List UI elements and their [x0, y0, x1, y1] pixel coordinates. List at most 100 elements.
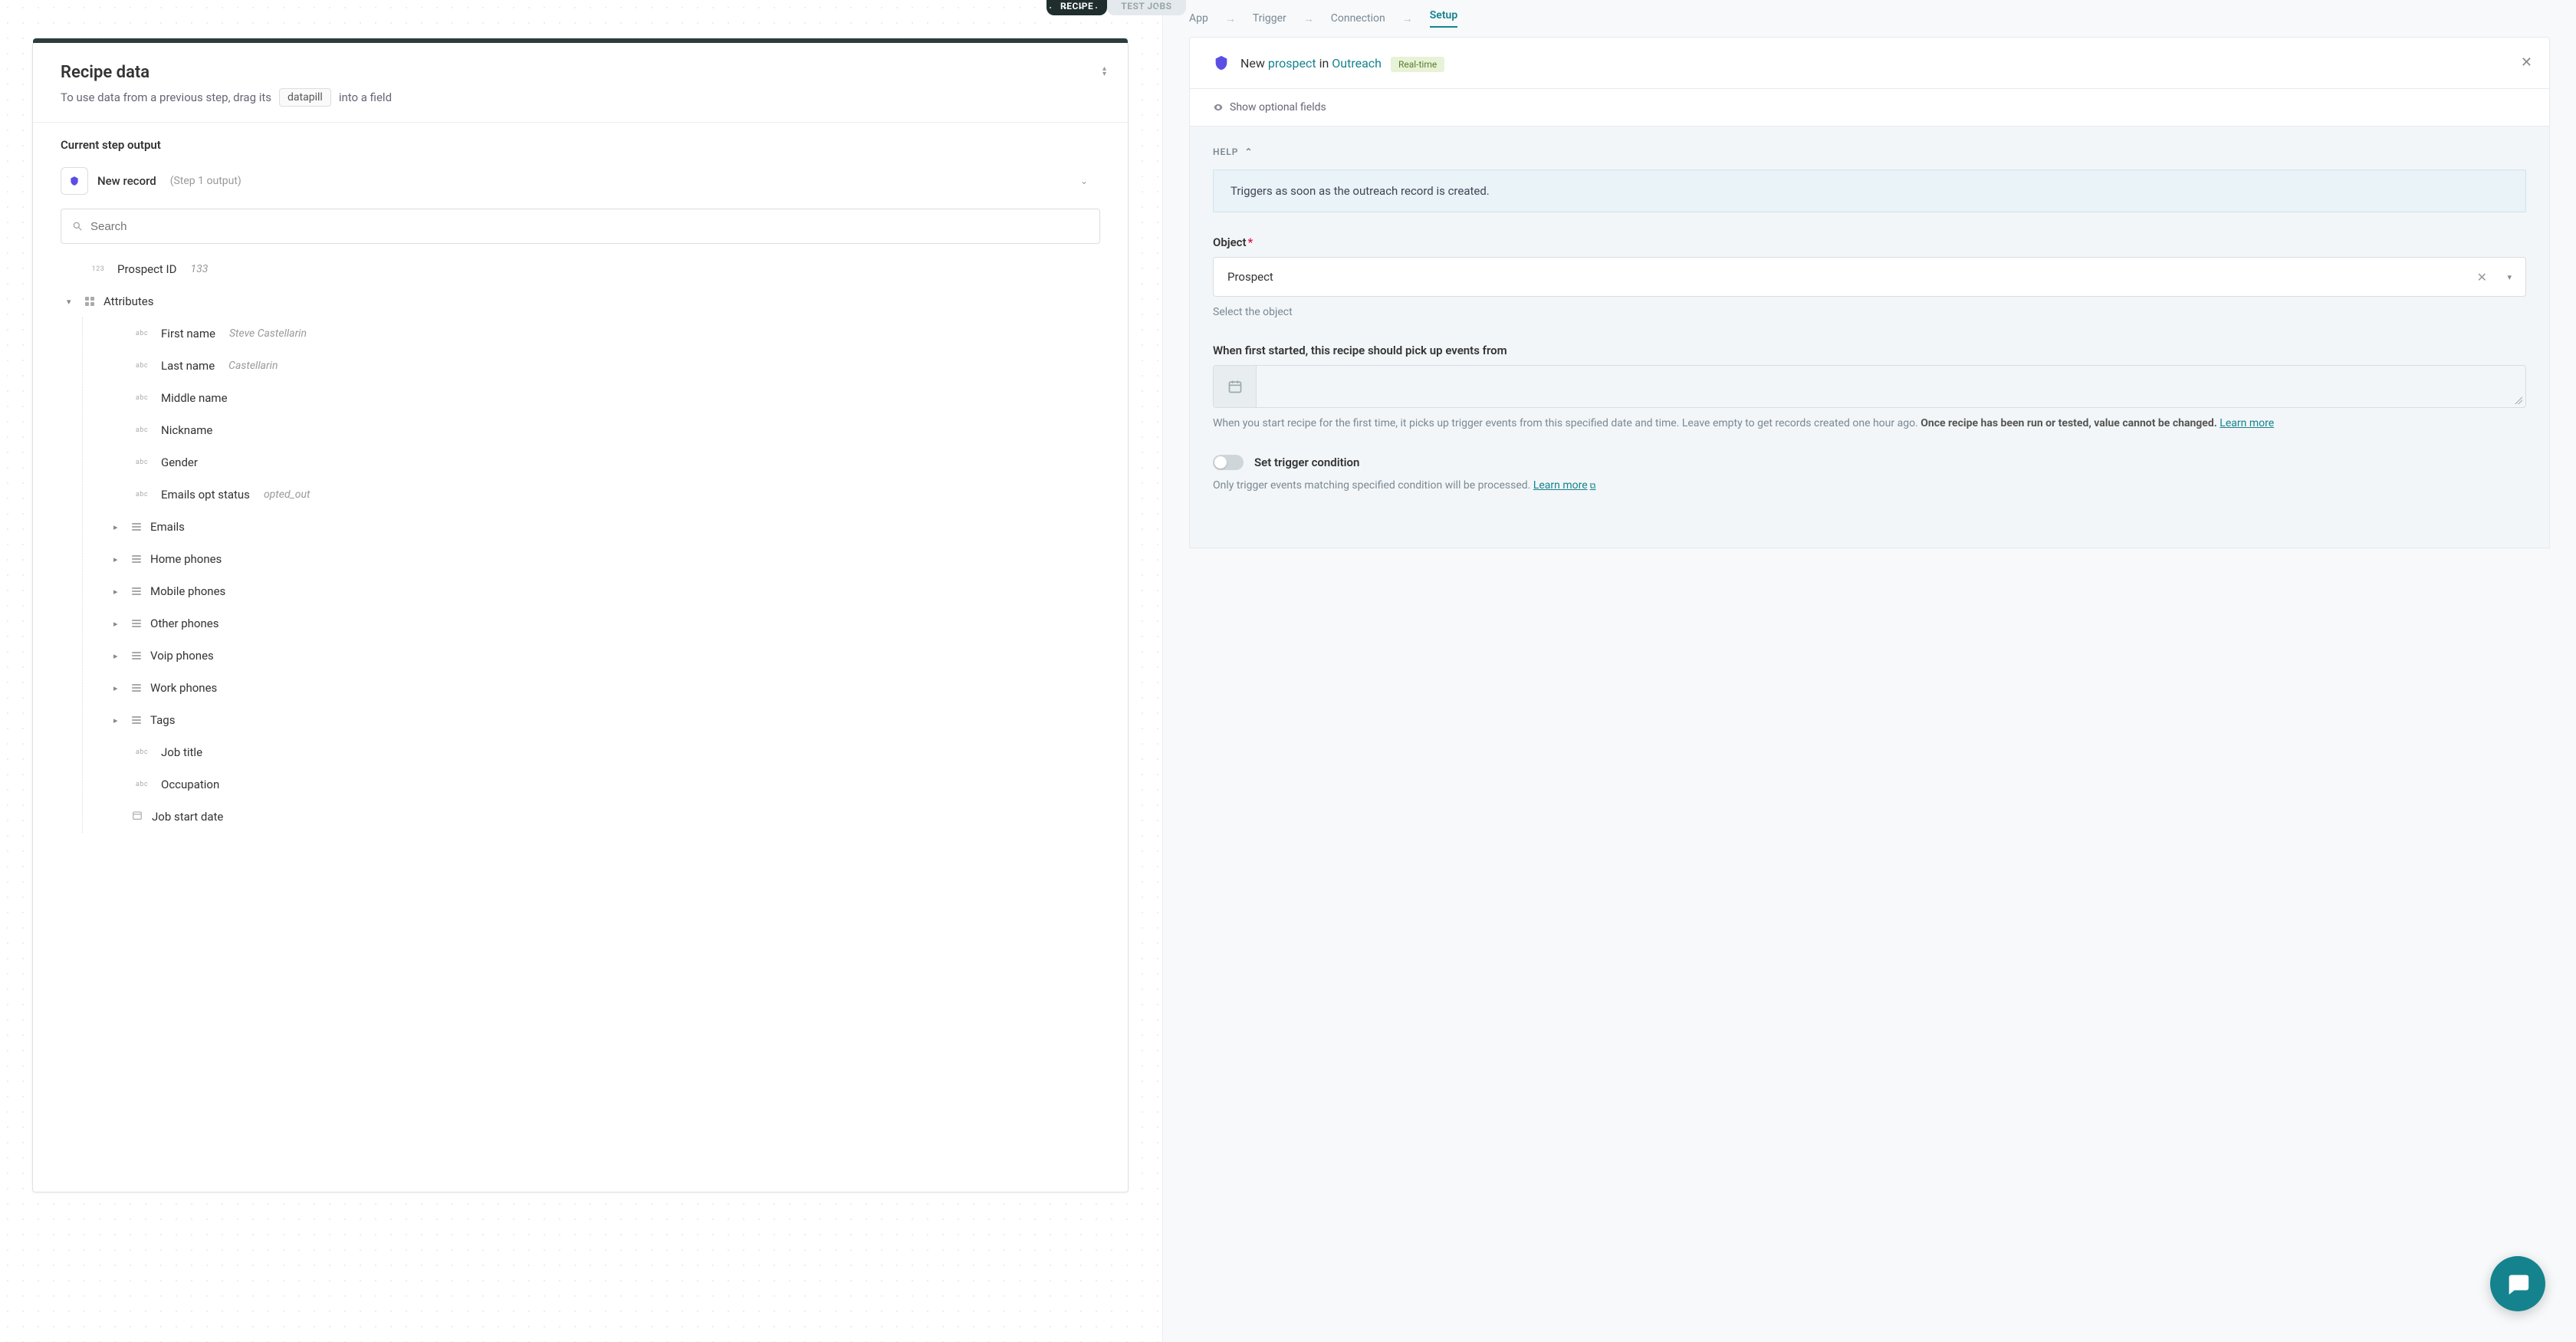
caret-icon: ▸	[113, 554, 123, 564]
tree-row-prospect-id[interactable]: 123 Prospect ID 133	[67, 253, 1100, 285]
resize-handle[interactable]	[2515, 396, 2522, 404]
tree-row-attribute[interactable]: abc Job title	[110, 736, 1100, 768]
list-icon	[132, 620, 141, 627]
attribute-label: Nickname	[161, 423, 212, 437]
tree-row-attribute[interactable]: abcLast nameCastellarin	[110, 350, 1100, 382]
attributes-label: Attributes	[104, 294, 154, 308]
tree-row-attribute[interactable]: ▸Emails	[110, 511, 1100, 543]
type-badge-string: abc	[132, 330, 152, 337]
learn-more-link[interactable]: Learn more⧉	[1533, 479, 1596, 492]
external-link-icon: ⧉	[1590, 481, 1596, 491]
search-input[interactable]	[90, 220, 1089, 233]
object-field-label: Object*	[1213, 235, 2526, 249]
type-badge-string: abc	[132, 781, 152, 788]
trigger-app-link[interactable]: Outreach	[1332, 56, 1382, 71]
recipe-panel-body: Current step output New record (Step 1 o…	[33, 123, 1128, 1192]
list-icon	[132, 652, 141, 659]
trigger-summary-card: New prospect in Outreach Real-time ✕	[1189, 37, 2550, 89]
field-trigger-condition: Set trigger condition Only trigger event…	[1213, 455, 2526, 494]
help-section-header[interactable]: HELP ⌃	[1213, 146, 2526, 157]
trigger-object-link[interactable]: prospect	[1268, 56, 1316, 71]
tree-row-attribute[interactable]: abc Occupation	[110, 768, 1100, 801]
attribute-sample: Steve Castellarin	[229, 327, 307, 340]
tree-row-attribute[interactable]: ▸Tags	[110, 704, 1100, 736]
recipe-data-panel: Recipe data To use data from a previous …	[32, 42, 1129, 1192]
tree-row-attribute[interactable]: abcEmails opt statusopted_out	[110, 479, 1100, 511]
optional-fields-label: Show optional fields	[1230, 101, 1326, 113]
show-optional-fields[interactable]: Show optional fields	[1189, 89, 2550, 127]
type-badge-string: abc	[132, 426, 152, 434]
tree-row-attribute[interactable]: Job start date	[110, 801, 1100, 833]
type-badge-string: abc	[132, 748, 152, 756]
subtitle-post: into a field	[339, 90, 392, 104]
trigger-summary-text: New prospect in Outreach Real-time	[1240, 56, 1444, 71]
help-heading: HELP	[1213, 146, 1238, 157]
trigger-condition-toggle[interactable]	[1213, 455, 1244, 470]
tree-row-attribute[interactable]: abc First name Steve Castellarin	[110, 317, 1100, 350]
step-output-row[interactable]: New record (Step 1 output) ⌄	[61, 167, 1100, 195]
prospect-id-label: Prospect ID	[117, 262, 176, 276]
tree-row-attribute[interactable]: ▸Other phones	[110, 607, 1100, 640]
attribute-label: Job title	[161, 745, 202, 759]
attribute-sample: Castellarin	[228, 360, 278, 372]
attribute-label: Tags	[150, 713, 175, 727]
caret-icon: ▸	[113, 683, 123, 693]
tree-row-attribute[interactable]: abc Nickname	[110, 414, 1100, 446]
panel-collapse-toggle[interactable]: ▴▾	[1102, 66, 1106, 77]
prospect-id-sample: 133	[190, 263, 208, 275]
object-icon	[85, 297, 94, 306]
step-name: New record	[97, 174, 156, 188]
attribute-label: Occupation	[161, 778, 219, 791]
trigger-prefix: New	[1240, 56, 1268, 71]
crumb-connection[interactable]: Connection	[1331, 12, 1385, 25]
shield-icon	[69, 176, 80, 186]
attribute-label: Work phones	[150, 681, 217, 695]
chevron-down-icon[interactable]: ▾	[2507, 272, 2512, 282]
search-box[interactable]	[61, 209, 1100, 244]
setup-breadcrumb: App → Trigger → Connection → Setup	[1163, 0, 2576, 37]
clear-icon[interactable]: ✕	[2477, 270, 2487, 285]
tree-row-attribute[interactable]: abc Middle name	[110, 382, 1100, 414]
type-badge-number: 123	[88, 265, 108, 273]
object-field-hint: Select the object	[1213, 304, 2526, 321]
object-select[interactable]: Prospect ✕ ▾	[1213, 257, 2526, 297]
attribute-label: Middle name	[161, 391, 228, 405]
datapill-chip: datapill	[279, 88, 331, 107]
attribute-label: Other phones	[150, 617, 219, 630]
current-step-output-label: Current step output	[61, 138, 1100, 152]
setup-form: HELP ⌃ Triggers as soon as the outreach …	[1189, 127, 2550, 548]
eye-icon	[1213, 102, 1224, 113]
calendar-icon	[1227, 379, 1243, 394]
list-icon	[132, 716, 141, 724]
tree-row-attribute[interactable]: ▸Voip phones	[110, 640, 1100, 672]
attribute-label: Voip phones	[150, 649, 214, 663]
attribute-label: First name	[161, 327, 215, 340]
crumb-setup[interactable]: Setup	[1430, 9, 1457, 28]
step-collapse-caret[interactable]: ⌄	[1080, 176, 1088, 186]
object-select-value: Prospect	[1227, 270, 1273, 284]
learn-more-link[interactable]: Learn more	[2220, 417, 2274, 429]
tree-row-attribute[interactable]: abcGender	[110, 446, 1100, 479]
type-badge-string: abc	[132, 394, 152, 402]
list-icon	[132, 523, 141, 531]
crumb-trigger[interactable]: Trigger	[1253, 12, 1286, 25]
search-icon	[72, 221, 83, 232]
caret-icon: ▸	[113, 587, 123, 597]
output-tree: 123 Prospect ID 133 ▾ Attributes abc Firs…	[61, 253, 1100, 833]
outreach-icon	[1213, 54, 1230, 71]
since-datetime-input[interactable]	[1213, 365, 2526, 408]
tree-row-attribute[interactable]: ▸ Work phones	[110, 672, 1100, 704]
attribute-label: Emails opt status	[161, 488, 250, 502]
list-icon	[132, 555, 141, 563]
crumb-app[interactable]: App	[1189, 12, 1208, 25]
tree-row-attributes[interactable]: ▾ Attributes	[67, 285, 1100, 317]
outreach-step-icon	[61, 167, 88, 195]
setup-pane: App → Trigger → Connection → Setup New p…	[1162, 0, 2576, 1342]
chat-fab[interactable]	[2490, 1256, 2545, 1311]
attribute-label: Job start date	[152, 810, 223, 824]
tree-row-attribute[interactable]: ▸Home phones	[110, 543, 1100, 575]
close-icon[interactable]: ✕	[2521, 54, 2532, 71]
calendar-button[interactable]	[1214, 366, 1257, 407]
step-meta: (Step 1 output)	[170, 175, 242, 187]
tree-row-attribute[interactable]: ▸Mobile phones	[110, 575, 1100, 607]
